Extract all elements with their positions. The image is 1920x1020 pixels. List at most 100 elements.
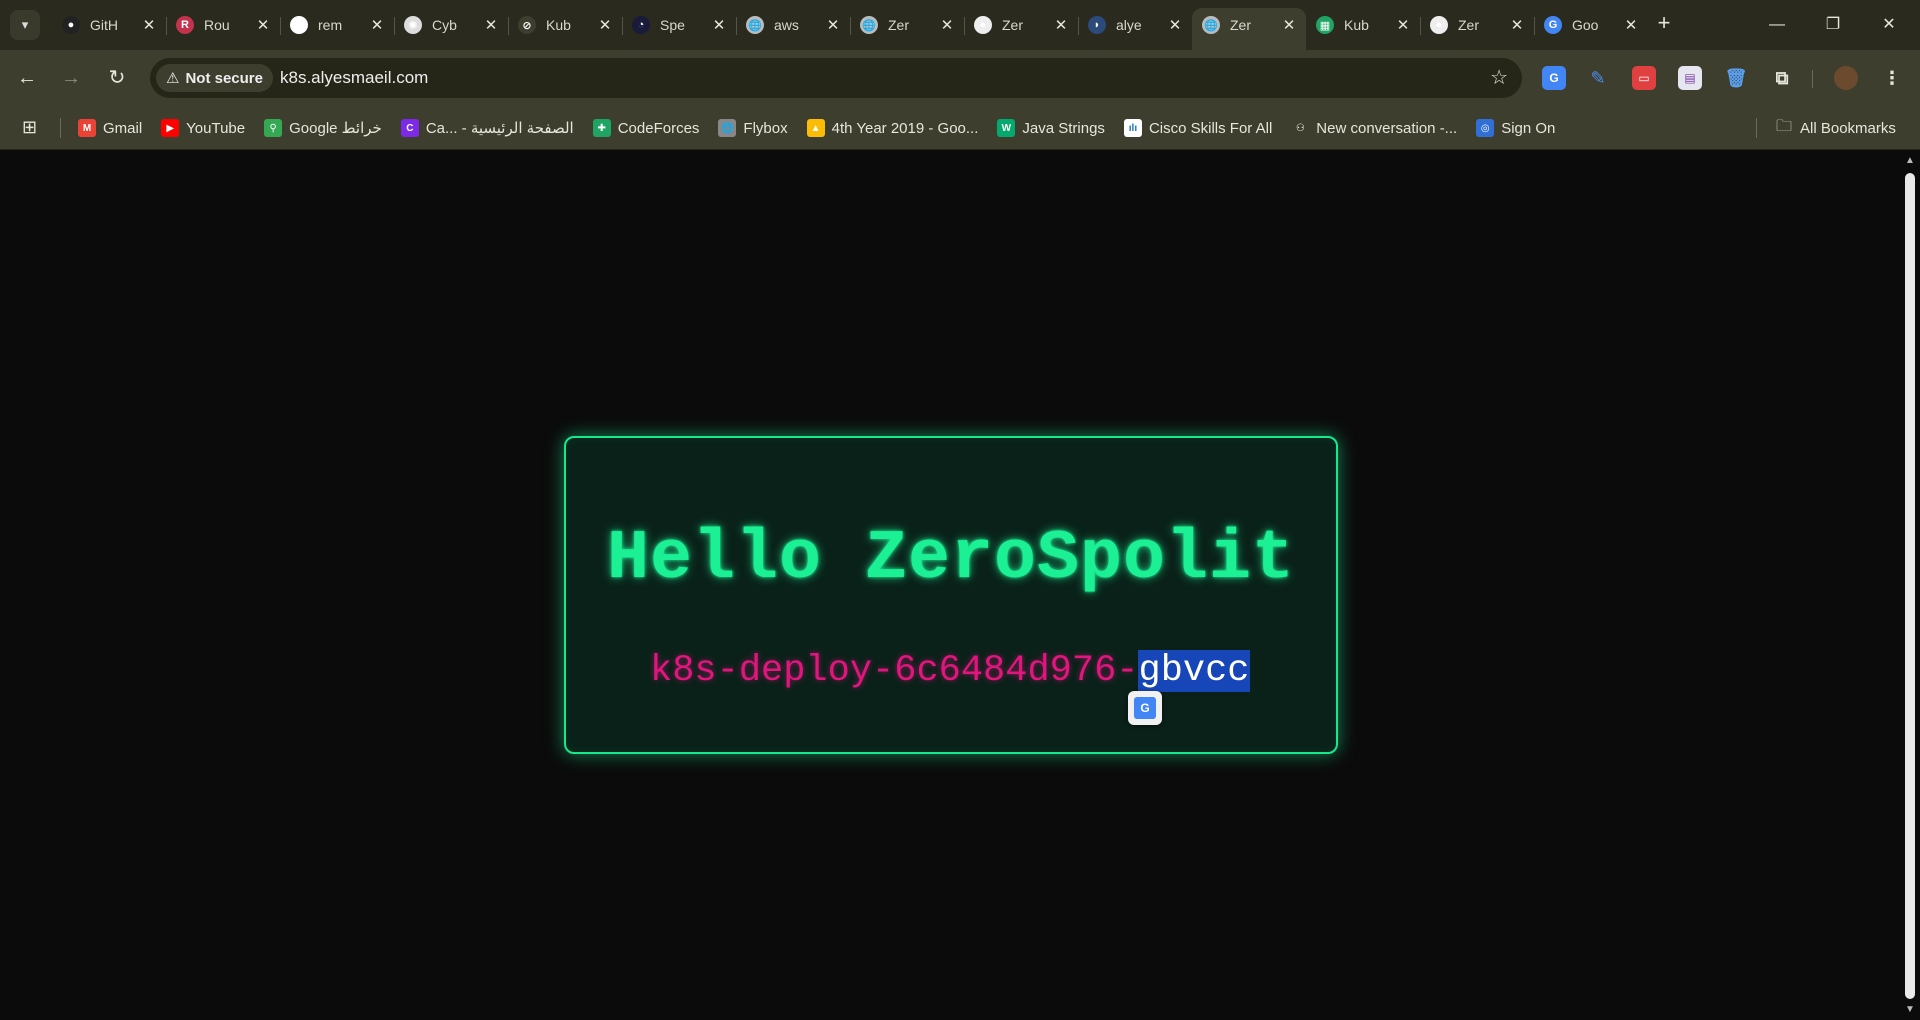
- url-text[interactable]: k8s.alyesmaeil.com: [280, 68, 428, 88]
- profile-avatar[interactable]: [1834, 66, 1858, 90]
- bookmark-item[interactable]: ▶ YouTube: [161, 113, 245, 143]
- address-bar[interactable]: ⚠ Not secure k8s.alyesmaeil.com ☆: [150, 58, 1522, 98]
- canva-icon: C: [400, 119, 419, 137]
- translate-selection-button[interactable]: G: [1128, 691, 1162, 725]
- globe-icon: 🌐: [860, 16, 878, 34]
- bookmark-label: Gmail: [103, 119, 143, 137]
- tab[interactable]: ● Zer ✕: [1420, 8, 1534, 42]
- tab[interactable]: ◔ Spe ✕: [622, 8, 736, 42]
- tab[interactable]: R Rou ✕: [166, 8, 280, 42]
- bookmark-item[interactable]: ⚲ Google خرائط: [264, 113, 382, 143]
- menu-kebab-icon[interactable]: ⋮: [1880, 66, 1904, 90]
- bookmark-item[interactable]: ▲ 4th Year 2019 - Goo...: [806, 113, 979, 143]
- scroll-up-arrow-icon[interactable]: ▲: [1904, 155, 1916, 167]
- gmail-icon: M: [78, 119, 96, 137]
- bookmark-item[interactable]: M Gmail: [78, 113, 142, 143]
- tab-title: Rou: [204, 17, 230, 33]
- close-tab-icon[interactable]: ✕: [1508, 16, 1526, 34]
- router-icon: R: [176, 16, 194, 34]
- bookmark-item[interactable]: ✚ CodeForces: [592, 113, 700, 143]
- tab[interactable]: ✺ Cyb ✕: [394, 8, 508, 42]
- site-info-button[interactable]: ⚠ Not secure: [156, 64, 273, 92]
- tab-title: Spe: [660, 17, 685, 33]
- tab-title: Zer: [1002, 17, 1023, 33]
- bookmark-item[interactable]: ⚇ New conversation -...: [1291, 113, 1457, 143]
- scroll-down-arrow-icon[interactable]: ▼: [1904, 1004, 1916, 1016]
- close-tab-icon[interactable]: ✕: [1622, 16, 1640, 34]
- close-tab-icon[interactable]: ✕: [482, 16, 500, 34]
- github-icon: ●: [62, 16, 80, 34]
- page-scrollbar[interactable]: ▲ ▼: [1900, 151, 1920, 1020]
- bookmark-item[interactable]: ◎ Sign On: [1476, 113, 1555, 143]
- tab[interactable]: ◗ alye ✕: [1078, 8, 1192, 42]
- back-button[interactable]: ←: [12, 63, 42, 93]
- tab-title: rem: [318, 17, 343, 33]
- bookmark-label: CodeForces: [617, 119, 700, 137]
- browser-toolbar: ← → ↻ ⚠ Not secure k8s.alyesmaeil.com ☆ …: [0, 50, 1920, 106]
- all-bookmarks-button[interactable]: 🗀 All Bookmarks: [1776, 113, 1896, 143]
- arrow-right-icon: →: [61, 67, 81, 89]
- minimize-button[interactable]: —: [1754, 10, 1800, 40]
- all-bookmarks-label: All Bookmarks: [1800, 119, 1896, 137]
- tab-search-button[interactable]: ▾: [10, 10, 40, 40]
- google-icon: G: [290, 16, 308, 34]
- close-tab-icon[interactable]: ✕: [1280, 16, 1298, 34]
- close-tab-icon[interactable]: ✕: [368, 16, 386, 34]
- close-window-button[interactable]: ✕: [1866, 10, 1912, 40]
- tab[interactable]: ● GitH ✕: [52, 8, 166, 42]
- new-tab-button[interactable]: +: [1652, 12, 1676, 36]
- folder-icon: 🗀: [1776, 117, 1793, 135]
- extensions-puzzle-icon[interactable]: ⧉: [1770, 66, 1794, 90]
- close-tab-icon[interactable]: ✕: [938, 16, 956, 34]
- fingerprint-icon: ◎: [1476, 119, 1495, 137]
- bookmarks-bar: ⊞ M Gmail ▶ YouTube ⚲ Google خرائط C Ca... - ال…: [0, 106, 1920, 150]
- tab[interactable]: ▦ Kub ✕: [1306, 8, 1420, 42]
- tab[interactable]: ● Zer ✕: [964, 8, 1078, 42]
- close-tab-icon[interactable]: ✕: [824, 16, 842, 34]
- tab[interactable]: 🌐 Zer ✕: [850, 8, 964, 42]
- bookmark-list: M Gmail ▶ YouTube ⚲ Google خرائط C Ca... - الصف…: [78, 106, 1574, 150]
- bookmark-label: Java Strings: [1022, 119, 1105, 137]
- tab[interactable]: G Goo ✕: [1534, 8, 1648, 42]
- bookmark-label: 4th Year 2019 - Goo...: [831, 119, 979, 137]
- pen-extension-icon[interactable]: ✎: [1586, 66, 1610, 90]
- close-tab-icon[interactable]: ✕: [710, 16, 728, 34]
- tab-title: Goo: [1572, 17, 1599, 33]
- google-translate-extension-icon[interactable]: G: [1542, 66, 1566, 90]
- youtube-icon: ▶: [161, 119, 180, 137]
- reload-button[interactable]: ↻: [102, 63, 132, 93]
- close-tab-icon[interactable]: ✕: [1052, 16, 1070, 34]
- bookmark-item[interactable]: ılı Cisco Skills For All: [1123, 113, 1272, 143]
- restore-button[interactable]: ❐: [1810, 10, 1856, 40]
- hello-card: Hello ZeroSpolit k8s-deploy-6c6484d976-g…: [564, 436, 1338, 754]
- selected-text[interactable]: gbvcc: [1138, 650, 1250, 692]
- tab[interactable]: Grem ✕: [280, 8, 394, 42]
- tab[interactable]: 🌐 aws ✕: [736, 8, 850, 42]
- close-tab-icon[interactable]: ✕: [1394, 16, 1412, 34]
- pod-hostname: k8s-deploy-6c6484d976-gbvcc: [650, 650, 1250, 692]
- apps-grid-icon[interactable]: ⊞: [22, 118, 42, 138]
- bookmark-item[interactable]: 🌐 Flybox: [718, 113, 788, 143]
- bookmarks-divider: [1756, 118, 1757, 138]
- sheets-icon: ✚: [592, 119, 611, 137]
- star-icon: ☆: [1490, 67, 1508, 89]
- video-extension-icon[interactable]: ▭: [1632, 66, 1656, 90]
- forward-button[interactable]: →: [56, 63, 86, 93]
- bookmark-star-button[interactable]: ☆: [1490, 65, 1508, 90]
- tab[interactable]: ⊘ Kub ✕: [508, 8, 622, 42]
- restore-icon: ❐: [1825, 16, 1841, 33]
- tab[interactable]: 🌐 Zer ✕: [1192, 8, 1306, 50]
- bookmark-item[interactable]: C Ca... - الصفحة الرئيسية: [400, 113, 574, 143]
- tab-strip: ▾ ● GitH ✕ R Rou ✕ Grem ✕ ✺ Cyb ✕ ⊘ Kub ✕ ◔ Spe ✕ 🌐 aws ✕ 🌐 Z…: [0, 0, 1920, 50]
- calendar-extension-icon[interactable]: ▤: [1678, 66, 1702, 90]
- scroll-thumb[interactable]: [1905, 173, 1915, 999]
- close-tab-icon[interactable]: ✕: [1166, 16, 1184, 34]
- bookmark-item[interactable]: W Java Strings: [997, 113, 1105, 143]
- bird-icon: ◗: [1088, 16, 1106, 34]
- close-tab-icon[interactable]: ✕: [596, 16, 614, 34]
- close-tab-icon[interactable]: ✕: [254, 16, 272, 34]
- speed-icon: ◔: [632, 16, 650, 34]
- trash-extension-icon[interactable]: 🗑: [1724, 66, 1748, 90]
- close-tab-icon[interactable]: ✕: [140, 16, 158, 34]
- hostname-prefix: k8s-deploy-6c6484d976-: [650, 650, 1139, 692]
